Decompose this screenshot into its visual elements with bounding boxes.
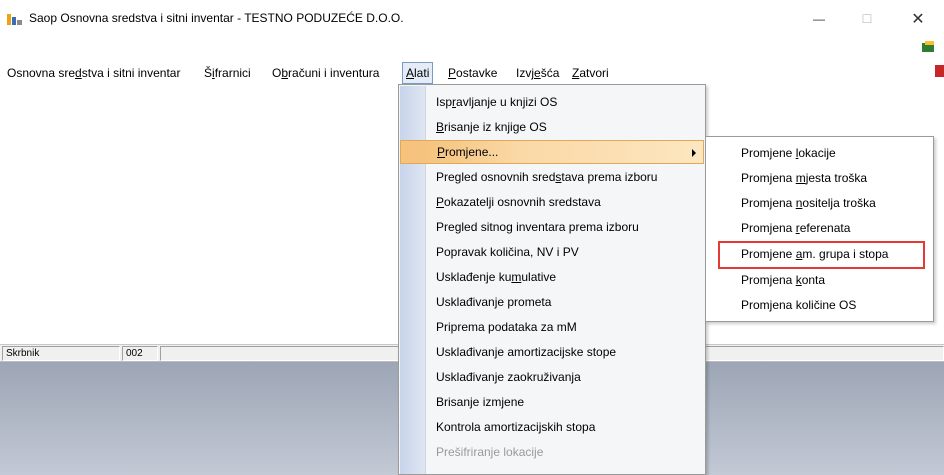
menu-item-label-pre: Isp [436, 95, 453, 109]
menu-item-ispravljanje[interactable]: Ispravljanje u knjizi OS [400, 90, 704, 114]
menu-label-post: računi i inventura [288, 66, 380, 80]
menu-izvjesca[interactable]: Izvješća [516, 62, 559, 84]
status-skrbnik-code: 002 [122, 346, 158, 361]
maximize-icon: ☐ [861, 12, 873, 26]
menu-item-popravak-kolicina[interactable]: Popravak količina, NV i PV [400, 240, 704, 264]
submenu-item-konta[interactable]: Promjena konta [706, 268, 933, 292]
close-icon: ✕ [911, 11, 925, 28]
menu-item-label: Usklađivanje amortizacijske stope [436, 345, 617, 359]
submenu-item-mjesta-troska[interactable]: Promjena mjesta troška [706, 166, 933, 190]
submenu-label-pre: Promjena [741, 171, 796, 185]
menu-label-post: ostavke [456, 66, 498, 80]
close-button[interactable]: ✕ [903, 6, 933, 32]
submenu-label: Promjena količine OS [741, 298, 857, 312]
menu-item-accesskey: m [511, 270, 522, 284]
menu-item-presifriranje-lokacije: Prešifriranje lokacije [400, 440, 704, 464]
status-skrbnik-label: Skrbnik [2, 346, 120, 361]
menu-item-label-pre: Pre [436, 220, 455, 234]
menu-label-post: šća [540, 66, 560, 80]
maximize-button[interactable]: ☐ [852, 6, 882, 32]
menu-item-uskladjivanje-stope[interactable]: Usklađivanje amortizacijske stope [400, 340, 704, 364]
menu-item-label: Usklađivanje prometa [436, 295, 552, 309]
app-logo-icon [7, 14, 22, 25]
menu-item-label: Priprema podataka za mM [436, 320, 577, 334]
menu-item-label-pre: Usklađenje ku [436, 270, 512, 284]
submenu-label-pre: Promjena [741, 273, 796, 287]
submenu-item-kolicine-os[interactable]: Promjena količine OS [706, 293, 933, 317]
menu-item-label-post: okazatelji osnovnih sredstava [444, 195, 601, 209]
menu-item-kontrola-stopa[interactable]: Kontrola amortizacijskih stopa [400, 415, 704, 439]
menu-item-label: Prešifriranje lokacije [436, 445, 544, 459]
menu-item-label-post: risanje iz knjige OS [444, 120, 547, 134]
menu-item-uskladjivanje-prometa[interactable]: Usklađivanje prometa [400, 290, 704, 314]
menu-accesskey: d [75, 66, 82, 80]
menu-osnovna-sredstva[interactable]: Osnovna sredstva i sitni inventar [7, 62, 180, 84]
menu-item-promjene[interactable]: Promjene... [400, 140, 704, 164]
menu-label-pre: Osnovna sre [7, 66, 76, 80]
submenu-label-pre: Promjena [741, 221, 796, 235]
toolbar-book-icon[interactable] [920, 40, 938, 54]
toolbar-red-icon[interactable] [935, 65, 944, 77]
submenu-label-post: onta [801, 273, 826, 287]
submenu-item-referenata[interactable]: Promjena referenata [706, 216, 933, 240]
submenu-label-post: m. grupa i stopa [802, 247, 889, 261]
submenu-label-post: jesta troška [805, 171, 868, 185]
submenu-arrow-icon [692, 149, 696, 157]
minimize-button[interactable]: — [804, 6, 834, 32]
menu-sifrarnici[interactable]: Šifrarnici [204, 62, 251, 84]
menu-item-label-post: romjene... [445, 145, 499, 159]
menu-item-brisanje-izmjene[interactable]: Brisanje izmjene [400, 390, 704, 414]
menu-item-label-pre: Pregled osnovnih sred [436, 170, 556, 184]
menu-accesskey: P [448, 66, 457, 80]
menu-postavke[interactable]: Postavke [448, 62, 497, 84]
menu-item-brisanje-iz-knjige[interactable]: Brisanje iz knjige OS [400, 115, 704, 139]
menu-bar: Osnovna sredstva i sitni inventar Šifrar… [0, 62, 900, 84]
menu-item-accesskey: P [437, 145, 446, 159]
menu-label-pre: Š [204, 66, 213, 80]
menu-item-pokazatelji[interactable]: Pokazatelji osnovnih sredstava [400, 190, 704, 214]
submenu-label-post: okacije [798, 146, 836, 160]
alati-dropdown-menu: Ispravljanje u knjizi OS Brisanje iz knj… [398, 84, 706, 475]
promjene-submenu: Promjene lokacije Promjena mjesta troška… [705, 136, 934, 322]
menu-item-label-post: led sitnog inventara prema izboru [461, 220, 639, 234]
menu-label-post: atvori [579, 66, 609, 80]
menu-label-post: stva i sitni inventar [81, 66, 181, 80]
menu-item-label: Kontrola amortizacijskih stopa [436, 420, 596, 434]
submenu-label-post: ositelja troška [802, 196, 876, 210]
menu-item-pregled-os[interactable]: Pregled osnovnih sredstava prema izboru [400, 165, 704, 189]
menu-item-label: Usklađivanje zaokruživanja [436, 370, 581, 384]
menu-label-pre: Izvj [516, 66, 534, 80]
submenu-accesskey: m [795, 171, 806, 185]
menu-label-post: lati [414, 66, 430, 80]
menu-zatvori[interactable]: Zatvori [572, 62, 609, 84]
menu-item-priprema-podataka[interactable]: Priprema podataka za mM [400, 315, 704, 339]
window-title: Saop Osnovna sredstva i sitni inventar -… [29, 11, 404, 25]
submenu-label-pre: Promjene [741, 247, 796, 261]
menu-item-label: Popravak količina, NV i PV [436, 245, 579, 259]
menu-label-pre: O [272, 66, 282, 80]
menu-item-label-post: tava prema izboru [561, 170, 658, 184]
menu-item-label-post: ulative [521, 270, 557, 284]
menu-item-uskladjenje-kumulative[interactable]: Usklađenje kumulative [400, 265, 704, 289]
title-bar: Saop Osnovna sredstva i sitni inventar -… [0, 0, 944, 38]
menu-alati[interactable]: Alati [402, 62, 434, 84]
menu-item-label-post: avljanje u knjizi OS [456, 95, 558, 109]
submenu-label-pre: Promjene [741, 146, 796, 160]
menu-item-uskladjivanje-zaokruzivanja[interactable]: Usklađivanje zaokruživanja [400, 365, 704, 389]
menu-label-post: frarnici [214, 66, 251, 80]
submenu-item-am-grupa-stopa[interactable]: Promjene am. grupa i stopa [706, 242, 933, 266]
menu-item-accesskey: B [436, 120, 445, 134]
submenu-label-pre: Promjena [741, 196, 796, 210]
menu-accesskey: e [534, 66, 541, 80]
menu-item-accesskey: P [436, 195, 445, 209]
menu-item-label: Brisanje izmjene [436, 395, 525, 409]
menu-obracuni-inventura[interactable]: Obračuni i inventura [272, 62, 379, 84]
submenu-item-nositelja-troska[interactable]: Promjena nositelja troška [706, 191, 933, 215]
minimize-icon: — [813, 12, 825, 26]
menu-accesskey: A [406, 66, 415, 80]
submenu-item-promjene-lokacije[interactable]: Promjene lokacije [706, 141, 933, 165]
submenu-label-post: eferenata [799, 221, 851, 235]
menu-item-pregled-si[interactable]: Pregled sitnog inventara prema izboru [400, 215, 704, 239]
